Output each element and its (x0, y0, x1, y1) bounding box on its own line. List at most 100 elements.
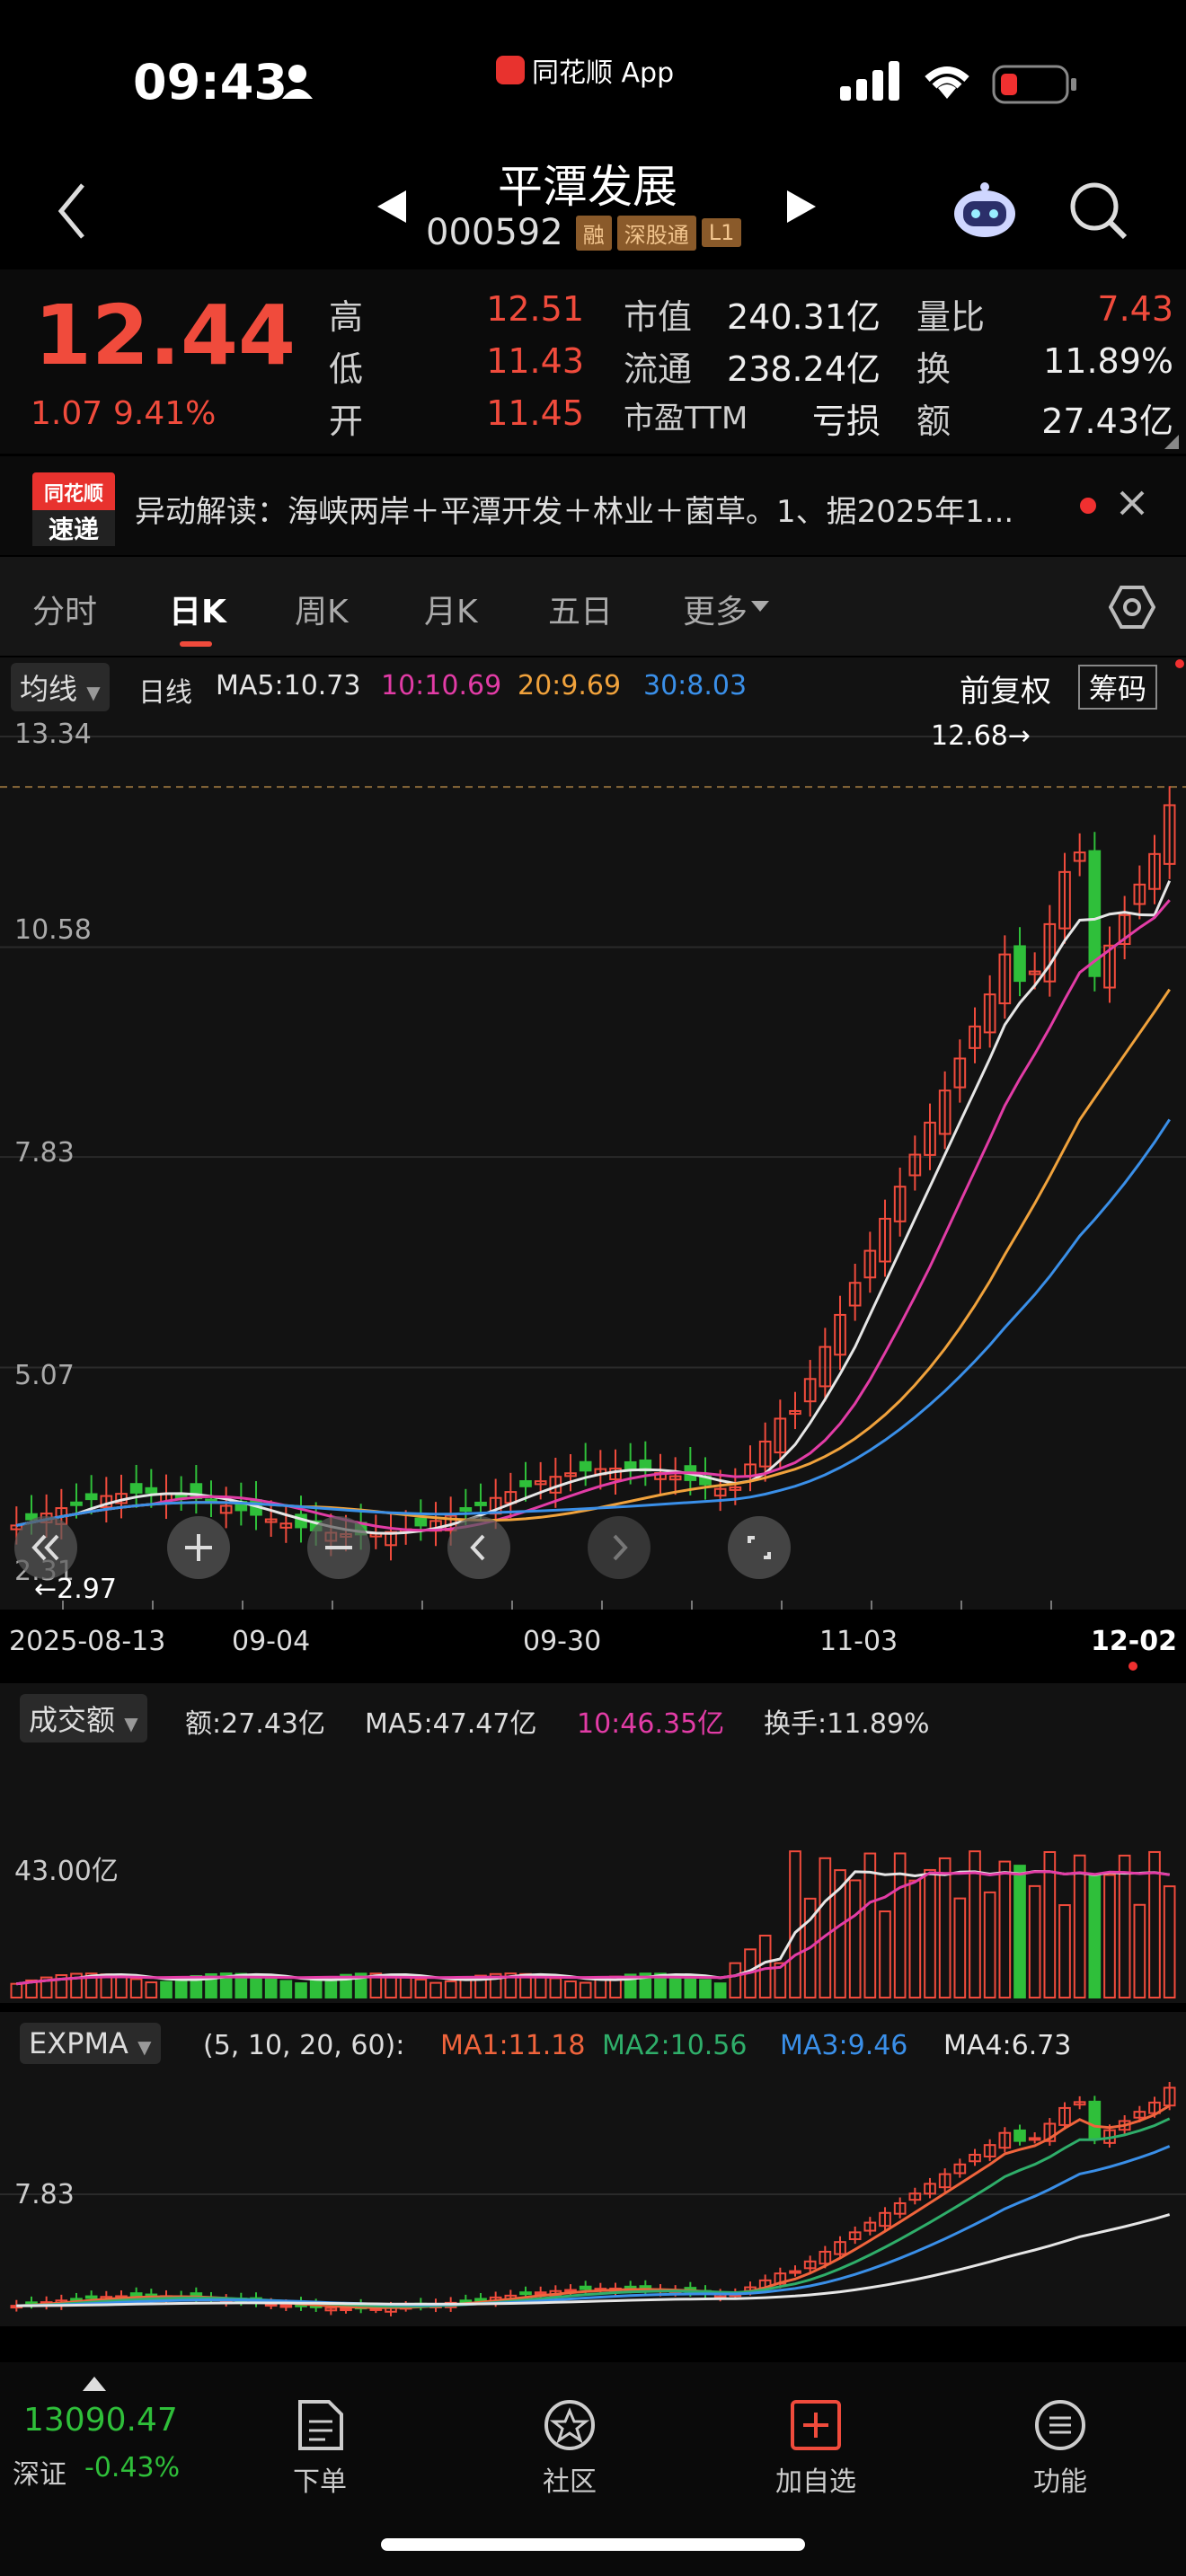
prev-stock-icon[interactable] (376, 189, 408, 228)
ma30-line (16, 1118, 1171, 1527)
index-up-icon (83, 2377, 106, 2395)
volume-bar (160, 1981, 173, 1998)
label-high: 高 (329, 297, 364, 337)
volume-ma10: 10:46.35亿 (577, 1708, 725, 1740)
tag-margin: 融 (575, 215, 612, 251)
expma-panel[interactable]: EXPMA ▼ (5, 10, 20, 60): MA1:11.18 MA2:1… (0, 2012, 1186, 2326)
volume-bar (983, 1891, 996, 1998)
zoom-out-button[interactable] (307, 1516, 370, 1579)
volume-bar (1163, 1885, 1176, 1998)
value-float-cap: 238.24亿 (727, 349, 881, 389)
kline-header: 均线 ▼ 日线 MA5:10.73 10:10.69 20:9.69 30:8.… (0, 657, 1186, 711)
index-name: 深证 (13, 2459, 66, 2491)
settings-hexagon-icon[interactable] (1108, 584, 1156, 634)
label-turnover: 换 (916, 349, 951, 389)
volume-bar (713, 1982, 727, 1999)
function-label: 功能 (1033, 2466, 1087, 2498)
tab-weekly[interactable]: 周K (295, 586, 349, 632)
date-axis: 2025-08-13 09-04 09-30 11-03 12-02 (0, 1610, 1186, 1672)
volume-bar (924, 1868, 936, 1998)
expma-indicator-label: EXPMA (29, 2026, 128, 2060)
volume-bar (264, 1977, 278, 1999)
y-tick-1: 13.34 (14, 719, 92, 750)
function-button[interactable]: 功能 (997, 2398, 1123, 2499)
document-icon (298, 2400, 343, 2450)
volume-bar (879, 1910, 891, 1998)
back-icon[interactable] (54, 180, 90, 246)
value-high: 12.51 (486, 289, 584, 329)
fullscreen-button[interactable] (728, 1516, 791, 1579)
news-logo-bottom: 速递 (32, 510, 115, 546)
news-ticker[interactable]: 同花顺 速递 异动解读：海峡两岸＋平潭开发＋林业＋菌草。1、据2025年1... (0, 456, 1186, 555)
more-dropdown-icon[interactable] (751, 600, 769, 617)
expma-candle (129, 2292, 143, 2298)
tab-monthly[interactable]: 月K (424, 586, 478, 632)
close-icon[interactable] (1116, 487, 1148, 523)
value-open: 11.45 (486, 393, 584, 433)
volume-panel[interactable]: 成交额 ▼ 额:27.43亿 MA5:47.47亿 10:46.35亿 换手:1… (0, 1683, 1186, 2003)
app-label: 同花顺 App (532, 57, 675, 89)
expma-candle (789, 2270, 801, 2274)
zoom-in-button[interactable] (167, 1516, 230, 1579)
dropdown-icon: ▼ (86, 682, 101, 703)
volume-bar (863, 1852, 877, 1998)
expand-corner-icon[interactable] (1163, 433, 1181, 454)
next-stock-icon[interactable] (785, 189, 818, 228)
tab-daily[interactable]: 日K (169, 586, 226, 632)
volume-bar (579, 1981, 592, 1999)
plus-icon (185, 1534, 212, 1561)
volume-bar (295, 1982, 307, 1999)
expma-svg (0, 2081, 1186, 2316)
add-watchlist-label: 加自选 (775, 2466, 856, 2498)
app-indicator[interactable]: 同花顺 App (496, 50, 674, 90)
index-change: -0.43% (84, 2452, 181, 2483)
candle (459, 1507, 473, 1513)
expma-ma3: MA3:9.46 (780, 2030, 908, 2061)
person-icon (280, 63, 314, 99)
volume-bar (729, 1962, 742, 1999)
scroll-right-button[interactable] (588, 1516, 651, 1579)
price-change-pct: 9.41% (113, 395, 217, 432)
volume-bar (1043, 1850, 1057, 1998)
tab-more[interactable]: 更多 (683, 586, 748, 632)
index-value[interactable]: 13090.47 (23, 2402, 178, 2439)
period-tabs: 分时 日K 周K 月K 五日 更多 (0, 557, 1186, 656)
volume-bar (908, 1879, 922, 1998)
robot-assistant-icon[interactable] (951, 180, 1019, 246)
volume-bar (115, 1975, 128, 1998)
scroll-left-button[interactable] (447, 1516, 510, 1579)
order-button[interactable]: 下单 (257, 2398, 383, 2499)
ma20-value: 20:9.69 (518, 670, 622, 701)
value-volume-ratio: 7.43 (1097, 289, 1173, 329)
search-icon[interactable] (1069, 181, 1128, 244)
dropdown-icon: ▼ (124, 1713, 138, 1734)
volume-bar (444, 1980, 457, 1998)
chip-button[interactable]: 筹码 (1078, 665, 1158, 710)
expma-line-3 (16, 2145, 1171, 2307)
tab-intraday[interactable]: 分时 (32, 586, 97, 632)
ma30-value: 30:8.03 (643, 670, 748, 701)
ma10-line (16, 899, 1171, 1532)
collapse-left-button[interactable] (14, 1516, 77, 1579)
unread-dot (1080, 498, 1096, 514)
label-open: 开 (329, 401, 364, 441)
volume-bar (1103, 1874, 1116, 1998)
volume-ma5: MA5:47.47亿 (365, 1708, 537, 1740)
volume-ma5-line (16, 1869, 1170, 1986)
expma-candle (474, 2298, 487, 2302)
kline-chart[interactable]: 13.34 10.58 7.83 5.07 2.31 12.68→ ←2.97 (0, 711, 1186, 1610)
expma-params: (5, 10, 20, 60): (203, 2030, 405, 2061)
bottom-bar: 13090.47 深证 -0.43% 下单 社区 加自选 功能 (0, 2362, 1186, 2576)
home-indicator[interactable] (381, 2538, 805, 2551)
tab-five-day[interactable]: 五日 (548, 586, 613, 632)
community-button[interactable]: 社区 (507, 2398, 633, 2499)
add-watchlist-button[interactable]: 加自选 (753, 2398, 879, 2499)
volume-y-label: 43.00亿 (14, 1856, 119, 1887)
wifi-icon (918, 59, 976, 104)
indicator-select[interactable]: 均线 ▼ (11, 663, 110, 711)
volume-bar (250, 1974, 262, 1999)
expma-indicator-select[interactable]: EXPMA ▼ (20, 2023, 161, 2064)
volume-indicator-select[interactable]: 成交额 ▼ (20, 1694, 147, 1742)
news-logo-top: 同花顺 (43, 483, 103, 506)
adjust-button[interactable]: 前复权 (960, 666, 1051, 710)
